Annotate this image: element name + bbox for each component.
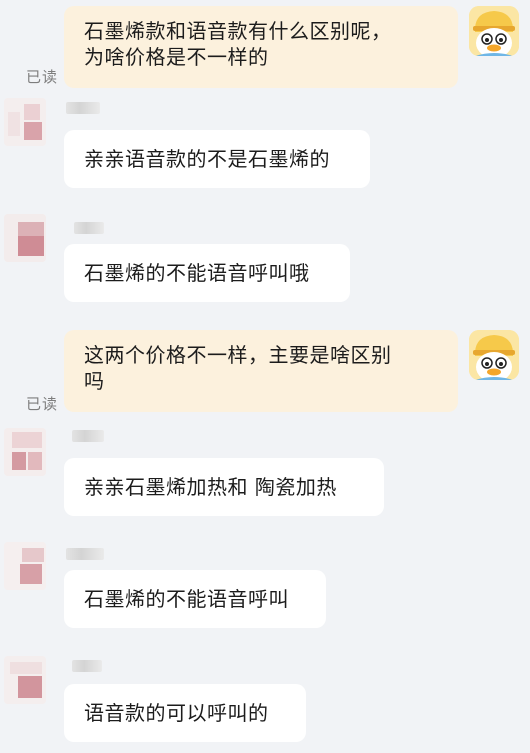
read-status: 已读	[26, 395, 59, 413]
agent-avatar[interactable]	[4, 542, 46, 590]
user-avatar[interactable]	[469, 6, 519, 56]
incoming-message-bubble[interactable]: 石墨烯的不能语音呼叫哦	[64, 244, 350, 302]
incoming-message-bubble[interactable]: 石墨烯的不能语音呼叫	[64, 570, 326, 628]
incoming-message-bubble[interactable]: 亲亲石墨烯加热和 陶瓷加热	[64, 458, 384, 516]
yellow-duck-avatar-icon	[469, 330, 519, 380]
sender-name-redacted	[72, 660, 102, 672]
yellow-duck-avatar-icon	[469, 6, 519, 56]
agent-avatar[interactable]	[4, 428, 46, 476]
outgoing-message-bubble[interactable]: 石墨烯款和语音款有什么区别呢， 为啥价格是不一样的	[64, 6, 458, 88]
sender-name-redacted	[66, 102, 100, 114]
incoming-message-bubble[interactable]: 语音款的可以呼叫的	[64, 684, 306, 742]
sender-name-redacted	[66, 548, 104, 560]
agent-avatar[interactable]	[4, 214, 46, 262]
outgoing-message-bubble[interactable]: 这两个价格不一样，主要是啥区别 吗	[64, 330, 458, 412]
agent-avatar[interactable]	[4, 656, 46, 704]
sender-name-redacted	[72, 430, 104, 442]
sender-name-redacted	[74, 222, 104, 234]
incoming-message-bubble[interactable]: 亲亲语音款的不是石墨烯的	[64, 130, 370, 188]
agent-avatar[interactable]	[4, 98, 46, 146]
read-status: 已读	[26, 68, 59, 86]
user-avatar[interactable]	[469, 330, 519, 380]
